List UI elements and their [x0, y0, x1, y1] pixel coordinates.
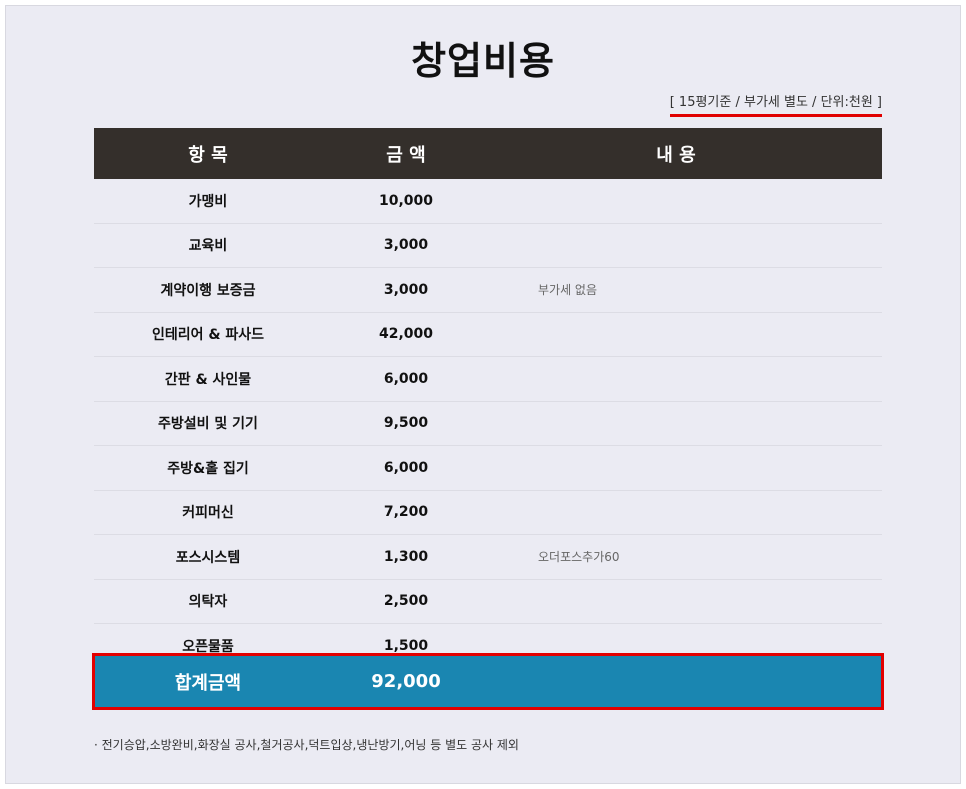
- row-amount: 1,500: [383, 637, 429, 654]
- table-row: 커피머신 7,200: [94, 490, 882, 535]
- row-item: 교육비: [188, 238, 228, 255]
- total-row: 합계금액 92,000: [92, 653, 884, 710]
- table-row: 간판 & 사인물 6,000: [94, 357, 882, 402]
- row-amount: 10,000: [378, 192, 434, 209]
- header-item: 항 목: [188, 144, 228, 166]
- table-row: 계약이행 보증금 3,000 부가세 없음: [94, 268, 882, 313]
- row-amount: 42,000: [378, 326, 434, 343]
- basis-note: [ 15평기준 / 부가세 별도 / 단위:천원 ]: [669, 91, 882, 117]
- total-amount: 92,000: [371, 671, 441, 692]
- header-content: 내 용: [656, 144, 696, 166]
- row-content: 오더포스추가60: [538, 550, 620, 565]
- row-amount: 3,000: [383, 281, 429, 298]
- row-amount: 6,000: [383, 370, 429, 387]
- table-row: 가맹비 10,000: [94, 179, 882, 224]
- row-item: 의탁자: [188, 594, 228, 611]
- row-item: 가맹비: [188, 193, 228, 210]
- row-amount: 6,000: [383, 459, 429, 476]
- total-label: 합계금액: [174, 672, 242, 694]
- table-row: 교육비 3,000: [94, 223, 882, 268]
- table-row: 의탁자 2,500: [94, 579, 882, 624]
- header-amount: 금 액: [386, 144, 426, 166]
- table-body: 가맹비 10,000 교육비 3,000 계약이행 보증금 3,000 부가세 없음인테리어…: [94, 179, 882, 669]
- page-title: 창업비용: [411, 39, 555, 83]
- table-header: 항 목 금 액 내 용: [94, 128, 882, 179]
- table-row: 포스시스템 1,300 오더포스추가60: [94, 535, 882, 580]
- cost-table: 항 목 금 액 내 용 가맹비 10,000 교육비 3,000 계약이행 보증금 3,0…: [94, 128, 882, 669]
- table-row: 인테리어 & 파사드 42,000: [94, 312, 882, 357]
- row-item: 포스시스템: [175, 549, 241, 566]
- row-item: 인테리어 & 파사드: [151, 327, 265, 344]
- row-amount: 2,500: [383, 593, 429, 610]
- row-amount: 1,300: [383, 548, 429, 565]
- footnote: · 전기승압,소방완비,화장실 공사,철거공사,덕트입상,냉난방기,어닝 등 별…: [94, 738, 519, 752]
- row-item: 간판 & 사인물: [164, 371, 252, 388]
- table-row: 주방&홀 집기 6,000: [94, 446, 882, 491]
- row-item: 커피머신: [182, 505, 234, 522]
- row-content: 부가세 없음: [538, 283, 598, 298]
- row-item: 계약이행 보증금: [160, 282, 256, 299]
- row-item: 주방&홀 집기: [167, 460, 249, 477]
- row-item: 주방설비 및 기기: [158, 416, 258, 433]
- row-item: 오픈물품: [182, 638, 234, 655]
- row-amount: 3,000: [383, 237, 429, 254]
- table-row: 주방설비 및 기기 9,500: [94, 401, 882, 446]
- row-amount: 7,200: [383, 504, 429, 521]
- row-amount: 9,500: [383, 415, 429, 432]
